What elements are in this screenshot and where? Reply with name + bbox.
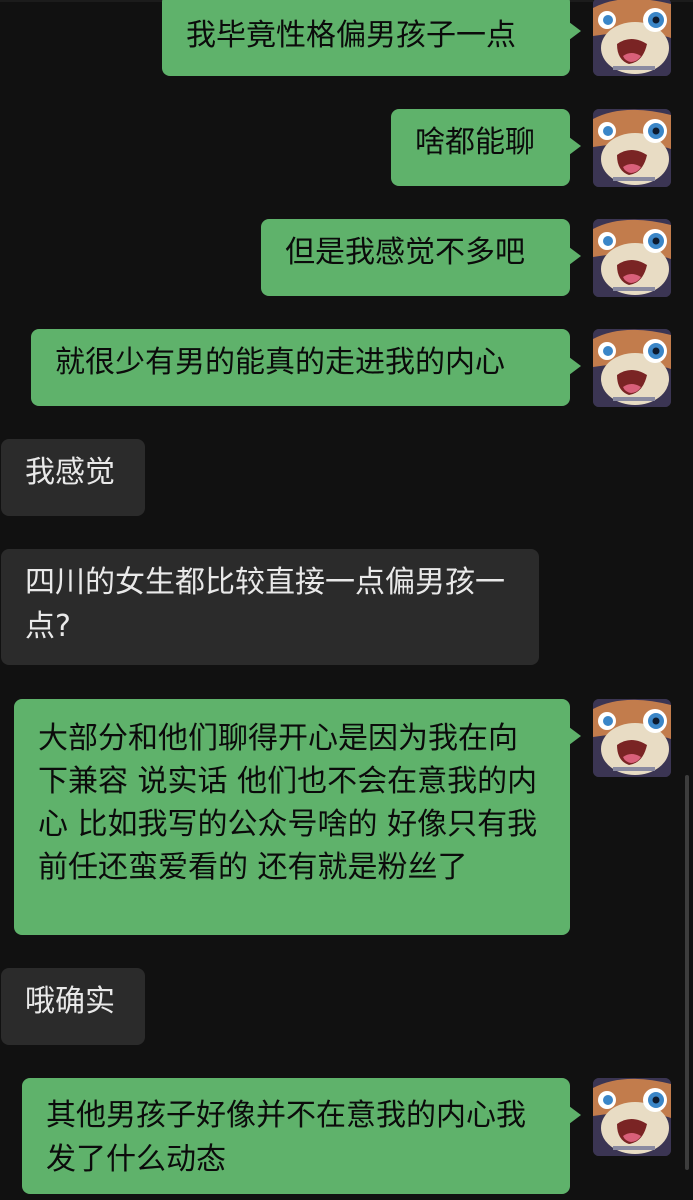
message-bubble-outgoing[interactable]: 我毕竟性格偏男孩子一点	[162, 0, 581, 76]
message-bubble-outgoing[interactable]: 但是我感觉不多吧	[261, 219, 581, 296]
message-bubble-outgoing[interactable]: 其他男孩子好像并不在意我的内心我发了什么动态	[22, 1078, 581, 1194]
avatar[interactable]	[593, 219, 671, 297]
message-bubble-outgoing[interactable]: 大部分和他们聊得开心是因为我在向下兼容 说实话 他们也不会在意我的内心 比如我写…	[14, 699, 581, 935]
avatar[interactable]	[593, 109, 671, 187]
chat-message-list[interactable]: 我毕竟性格偏男孩子一点 啥都能聊 但是我感觉不多吧 就很少有男的能真的走进我的内…	[0, 0, 693, 1200]
message-bubble-outgoing[interactable]: 就很少有男的能真的走进我的内心	[31, 329, 581, 406]
cartoon-face-avatar-icon	[593, 109, 671, 187]
avatar[interactable]	[593, 329, 671, 407]
cartoon-face-avatar-icon	[593, 219, 671, 297]
message-bubble-incoming[interactable]: 哦确实	[1, 968, 145, 1045]
message-bubble-incoming[interactable]: 四川的女生都比较直接一点偏男孩一点?	[1, 549, 539, 665]
avatar[interactable]	[593, 1078, 671, 1156]
scrollbar[interactable]	[685, 775, 689, 1170]
cartoon-face-avatar-icon	[593, 329, 671, 407]
cartoon-face-avatar-icon	[593, 0, 671, 76]
message-bubble-incoming[interactable]: 我感觉	[1, 439, 145, 516]
message-bubble-outgoing[interactable]: 啥都能聊	[391, 109, 581, 186]
avatar[interactable]	[593, 699, 671, 777]
cartoon-face-avatar-icon	[593, 699, 671, 777]
cartoon-face-avatar-icon	[593, 1078, 671, 1156]
avatar[interactable]	[593, 0, 671, 76]
